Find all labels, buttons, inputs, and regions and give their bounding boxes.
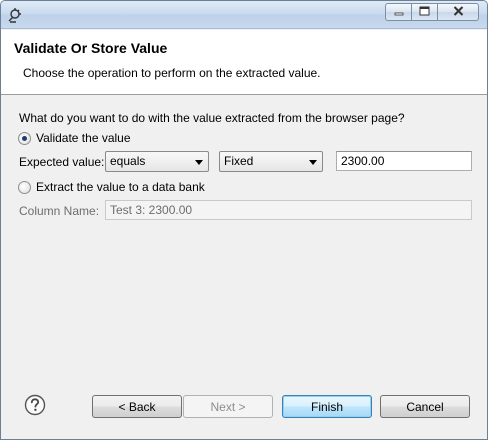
column-name-text: Test 3: 2300.00 <box>110 203 193 217</box>
expected-value-label: Expected value: <box>19 155 105 169</box>
extract-radio-row[interactable]: Extract the value to a data bank <box>18 180 205 194</box>
operator-select[interactable]: equals <box>105 151 209 172</box>
minimize-button[interactable] <box>385 3 411 21</box>
column-name-label: Column Name: <box>19 204 100 218</box>
maximize-button[interactable] <box>411 3 437 21</box>
next-button[interactable]: Next > <box>183 395 273 418</box>
type-select-value: Fixed <box>224 154 254 168</box>
close-button[interactable] <box>437 3 479 21</box>
question-label: What do you want to do with the value ex… <box>19 111 405 125</box>
extract-radio[interactable] <box>18 180 31 194</box>
chevron-down-icon <box>309 160 317 165</box>
expected-value-input[interactable]: 2300.00 <box>336 151 472 171</box>
back-button[interactable]: < Back <box>92 395 182 418</box>
maximize-icon <box>419 5 430 19</box>
validate-radio[interactable] <box>18 131 31 145</box>
type-select[interactable]: Fixed <box>219 151 323 172</box>
dialog-window: Validate Or Store Value Choose the opera… <box>0 0 488 440</box>
expected-value-text: 2300.00 <box>341 154 385 168</box>
cancel-button[interactable]: Cancel <box>380 395 470 418</box>
chevron-down-icon <box>195 160 203 165</box>
operator-select-value: equals <box>110 154 146 168</box>
extract-radio-label: Extract the value to a data bank <box>36 180 205 194</box>
app-icon <box>7 6 25 24</box>
validate-radio-row[interactable]: Validate the value <box>18 131 131 145</box>
help-icon[interactable] <box>24 394 46 416</box>
page-description: Choose the operation to perform on the e… <box>23 66 321 80</box>
minimize-icon <box>394 5 404 19</box>
close-icon <box>453 5 464 19</box>
form-area: What do you want to do with the value ex… <box>1 96 487 386</box>
page-title: Validate Or Store Value <box>14 40 168 56</box>
button-bar: < Back Next > Finish Cancel <box>1 386 487 439</box>
column-name-input[interactable]: Test 3: 2300.00 <box>105 200 472 220</box>
title-bar[interactable] <box>1 1 487 29</box>
caption-buttons <box>385 3 479 21</box>
validate-radio-label: Validate the value <box>36 131 131 145</box>
header-banner: Validate Or Store Value Choose the opera… <box>1 30 487 95</box>
finish-button[interactable]: Finish <box>282 395 372 418</box>
